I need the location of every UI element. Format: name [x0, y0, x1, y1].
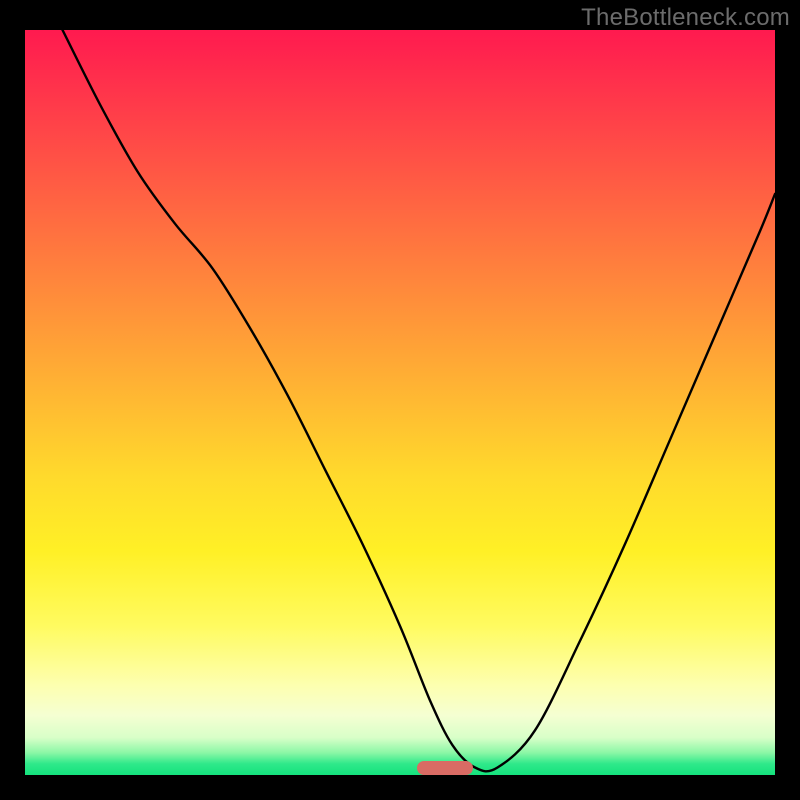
watermark-label: TheBottleneck.com	[581, 4, 790, 32]
bottleneck-curve	[25, 30, 775, 775]
optimal-range-marker	[417, 761, 473, 775]
chart-frame: TheBottleneck.com	[0, 0, 800, 800]
plot-area	[25, 30, 775, 775]
curve-path	[63, 30, 776, 771]
